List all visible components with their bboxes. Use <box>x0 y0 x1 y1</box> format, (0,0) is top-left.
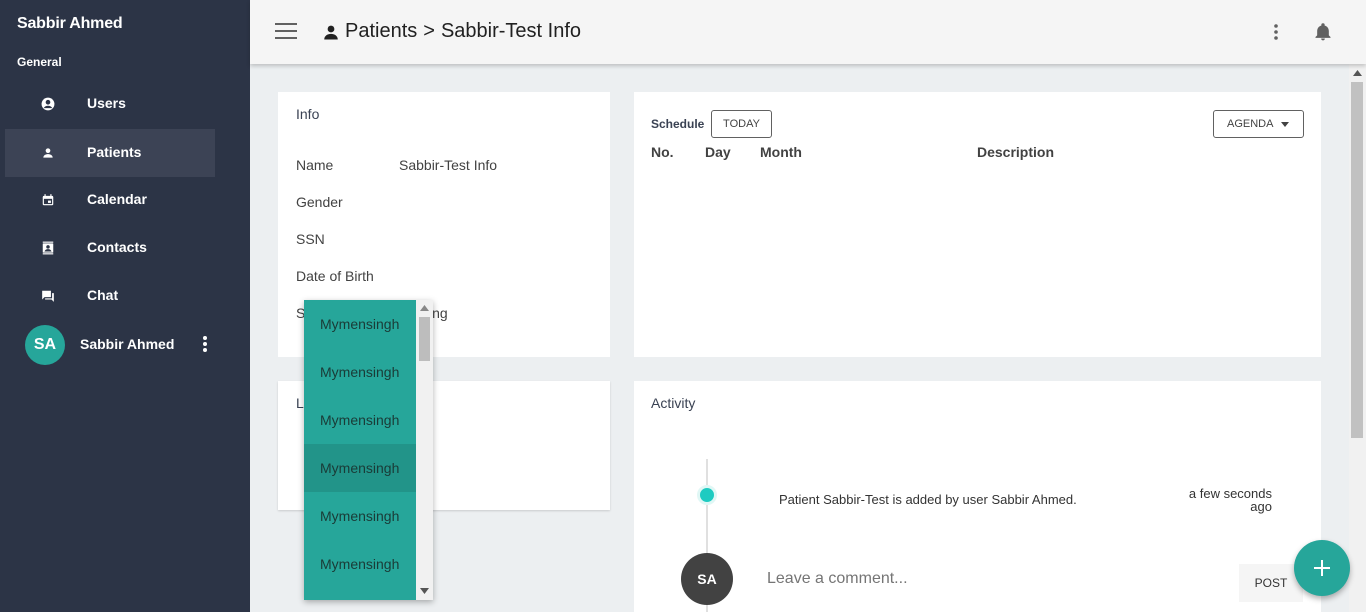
schedule-card: Schedule TODAY AGENDA No. Day Month Desc… <box>634 92 1321 357</box>
notification-bell-icon[interactable] <box>1313 22 1333 42</box>
account-circle-icon <box>41 97 55 111</box>
column-header-day: Day <box>705 144 731 160</box>
column-header-month: Month <box>760 144 802 160</box>
person-icon <box>43 148 53 158</box>
avatar[interactable]: SA <box>25 325 65 365</box>
dropdown-scroll-thumb[interactable] <box>419 317 430 361</box>
scroll-up-arrow-icon[interactable] <box>420 305 429 311</box>
scroll-up-arrow-icon[interactable] <box>1353 70 1362 76</box>
dropdown-scrollbar[interactable] <box>416 300 433 600</box>
dropdown-option[interactable]: Mymensingh <box>304 444 416 492</box>
schedule-title: Schedule <box>651 117 705 131</box>
today-button[interactable]: TODAY <box>711 110 772 138</box>
sidebar-item-label: Contacts <box>87 239 147 255</box>
activity-card: Activity Patient Sabbir-Test is added by… <box>634 381 1321 612</box>
sidebar-item-label: Patients <box>87 144 142 160</box>
sidebar-item-label: Users <box>87 95 126 111</box>
sidebar-user: SA Sabbir Ahmed <box>25 324 225 366</box>
column-header-description: Description <box>977 144 1055 160</box>
activity-entry-text: Patient Sabbir-Test is added by user Sab… <box>779 492 1077 507</box>
more-vert-icon[interactable] <box>1266 20 1286 44</box>
top-bar: Patients > Sabbir-Test Info <box>250 0 1366 64</box>
dropdown-option[interactable]: Mymensingh <box>304 396 416 444</box>
dropdown-option[interactable]: Mymensingh <box>304 540 416 588</box>
sidebar: Sabbir Ahmed General Users Patients Cale… <box>0 0 250 612</box>
scroll-down-arrow-icon[interactable] <box>420 588 429 594</box>
sidebar-item-label: Calendar <box>87 191 147 207</box>
breadcrumb: Patients > Sabbir-Test Info <box>322 20 581 43</box>
info-label-dob: Date of Birth <box>296 268 374 284</box>
more-vert-icon[interactable] <box>195 332 215 356</box>
chat-icon <box>42 290 54 302</box>
info-value-name: Sabbir-Test Info <box>399 157 498 173</box>
comment-input[interactable] <box>767 570 1227 588</box>
city-dropdown-menu[interactable]: Mymensingh Mymensingh Mymensingh Mymensi… <box>304 300 433 600</box>
sidebar-section-label: General <box>17 55 62 69</box>
info-label-name: Name <box>296 157 334 173</box>
comment-avatar: SA <box>681 553 733 605</box>
chevron-down-icon <box>1281 122 1289 127</box>
column-header-no: No. <box>651 144 674 160</box>
sidebar-item-contacts[interactable]: Contacts <box>5 224 215 272</box>
calendar-icon <box>42 194 54 206</box>
sidebar-item-patients[interactable]: Patients <box>5 129 215 177</box>
agenda-select-label: AGENDA <box>1227 118 1274 130</box>
sidebar-username: Sabbir Ahmed <box>80 336 175 352</box>
person-icon <box>324 25 338 39</box>
plus-icon <box>1314 560 1330 576</box>
breadcrumb-separator: > <box>423 20 435 42</box>
sidebar-item-calendar[interactable]: Calendar <box>5 176 215 224</box>
add-button[interactable] <box>1294 540 1350 596</box>
dropdown-option[interactable]: Mymensingh <box>304 348 416 396</box>
info-label-ssn: SSN <box>296 231 325 247</box>
sidebar-item-chat[interactable]: Chat <box>5 272 215 320</box>
info-label-gender: Gender <box>296 194 343 210</box>
info-card-title: Info <box>296 106 320 122</box>
activity-title: Activity <box>651 395 696 411</box>
dropdown-option[interactable]: Mymensingh <box>304 492 416 540</box>
sidebar-title: Sabbir Ahmed <box>17 15 123 32</box>
page-title: Sabbir-Test Info <box>440 20 582 42</box>
breadcrumb-root[interactable]: Patients <box>345 20 417 43</box>
menu-icon[interactable] <box>275 20 297 42</box>
activity-entry-time: a few seconds ago <box>1188 486 1272 514</box>
l-card-title: L <box>296 395 304 411</box>
page-scroll-thumb[interactable] <box>1351 82 1363 438</box>
dropdown-option[interactable]: Mymensingh <box>304 300 416 348</box>
contacts-icon <box>42 241 54 255</box>
page-scrollbar[interactable] <box>1349 64 1366 612</box>
agenda-select[interactable]: AGENDA <box>1213 110 1304 138</box>
sidebar-item-label: Chat <box>87 287 119 303</box>
sidebar-item-users[interactable]: Users <box>5 80 215 128</box>
timeline-dot <box>697 485 717 505</box>
